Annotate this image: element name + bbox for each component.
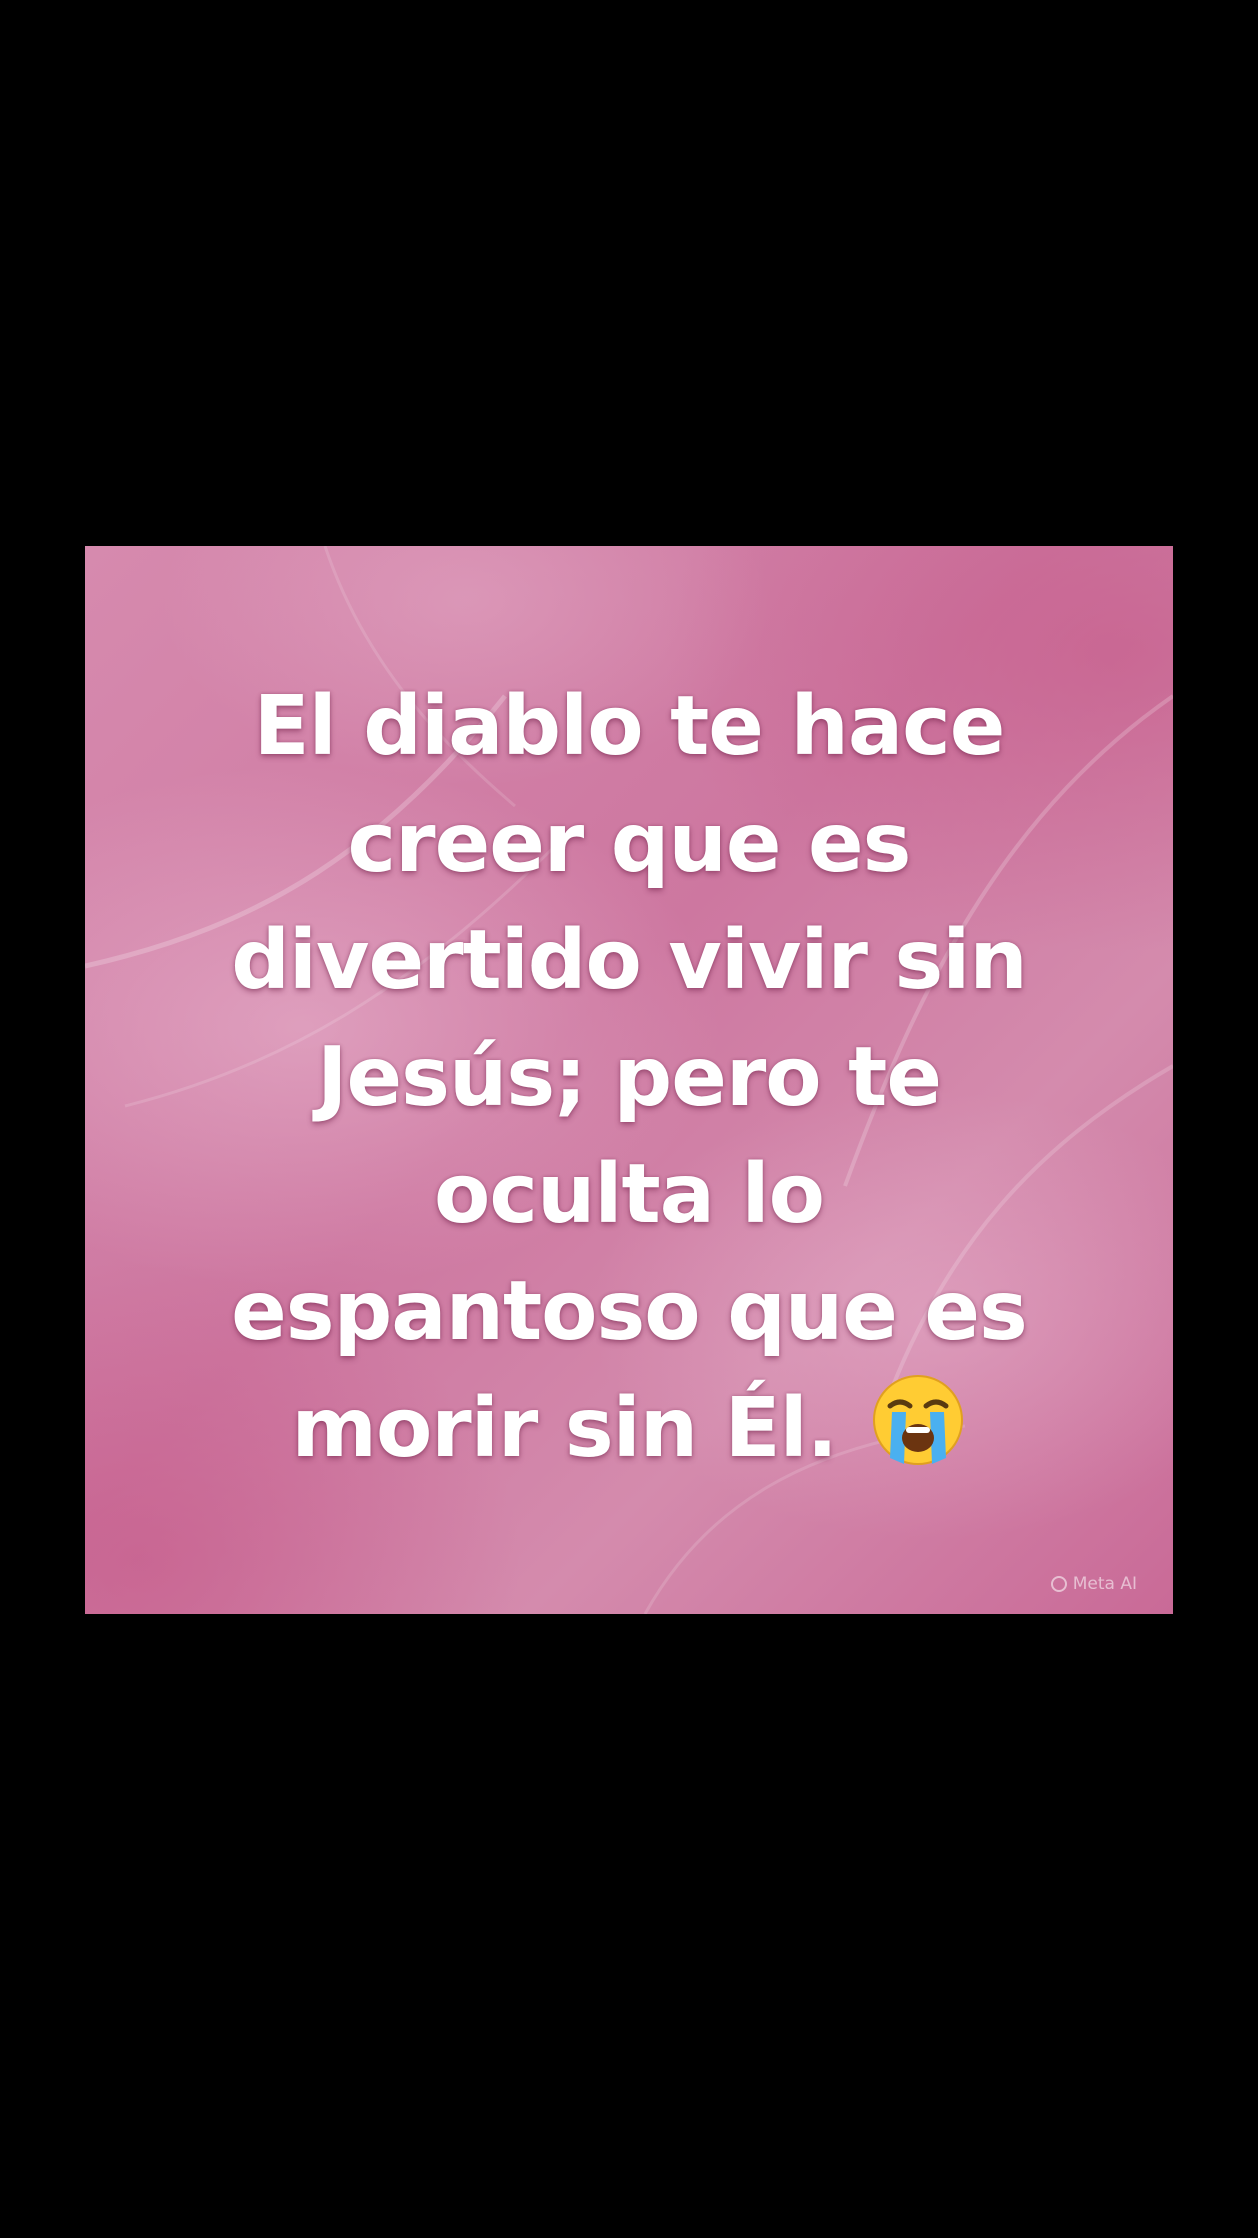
quote-image: El diablo te hace creer que es divertido… — [85, 546, 1173, 1614]
quote-line: El diablo te hace — [253, 679, 1006, 774]
quote-line: morir sin Él. — [291, 1381, 865, 1476]
quote-line: espantoso que es — [231, 1264, 1028, 1359]
quote-text: El diablo te hace creer que es divertido… — [125, 668, 1133, 1487]
watermark: Meta AI — [1050, 1574, 1137, 1594]
watermark-label: Meta AI — [1072, 1574, 1137, 1594]
loudly-crying-face-icon — [873, 1375, 964, 1465]
screen: El diablo te hace creer que es divertido… — [0, 0, 1258, 2238]
quote-line: Jesús; pero te — [317, 1030, 942, 1125]
quote-line: creer que es — [347, 796, 912, 891]
quote-line: divertido vivir sin — [231, 913, 1028, 1008]
quote-line: oculta lo — [434, 1147, 825, 1242]
quote-last-line: morir sin Él. — [125, 1370, 1133, 1487]
meta-ai-ring-icon — [1050, 1576, 1067, 1592]
